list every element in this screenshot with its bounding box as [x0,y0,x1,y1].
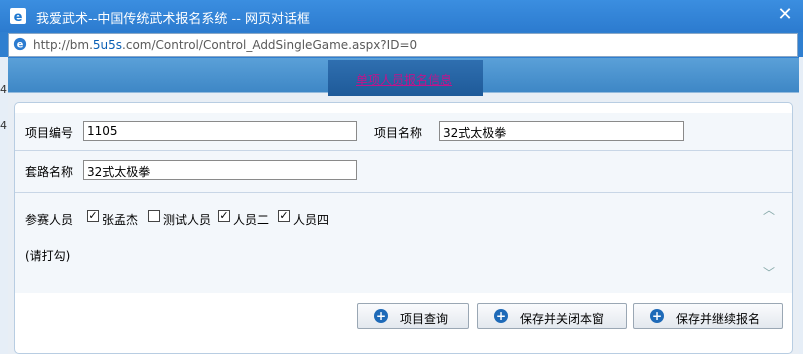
svg-text:e: e [14,10,23,24]
hint-text: (请打勾) [25,249,71,263]
save-close-button[interactable]: + 保存并关闭本窗 [477,303,627,329]
participant-checkbox[interactable]: ✓ [278,210,290,222]
dialog-content: 单项人员报名信息 项目编号 1105 项目名称 32式太极拳 套路名称 32式太… [8,58,799,354]
plus-icon: + [494,309,508,323]
item-no-field[interactable]: 1105 [83,121,357,141]
query-button[interactable]: + 项目查询 [357,303,469,329]
item-no-label: 项目编号 [25,126,74,140]
participants-scrollbar[interactable]: ︿ ﹀ [760,201,778,281]
form-panel: 项目编号 1105 项目名称 32式太极拳 套路名称 32式太极拳 参赛人员 ✓… [14,102,793,354]
url-text: http://bm.5u5s.com/Control/Control_AddSi… [33,38,418,52]
address-bar: e http://bm.5u5s.com/Control/Control_Add… [8,33,798,57]
dialog-title: 我爱武术--中国传统武术报名系统 -- 网页对话框 [36,12,311,27]
chevron-up-icon[interactable]: ︿ [763,201,775,218]
routine-label: 套路名称 [25,165,74,179]
chevron-down-icon[interactable]: ﹀ [763,264,775,281]
header-tab: 单项人员报名信息 [328,60,483,96]
header-link[interactable]: 单项人员报名信息 [356,71,452,88]
form-row-item: 项目编号 1105 项目名称 32式太极拳 [15,113,792,151]
participants-label: 参赛人员 [25,213,74,227]
participant-name: 人员二 [233,213,270,227]
svg-text:e: e [17,40,24,51]
save-continue-button[interactable]: + 保存并继续报名 [633,303,783,329]
participant-checkbox[interactable] [148,210,160,222]
form-row-routine: 套路名称 32式太极拳 [15,151,792,193]
background-window-strip-right [799,57,803,354]
participant-name: 人员四 [293,213,330,227]
item-name-field[interactable]: 32式太极拳 [439,121,684,141]
item-name-label: 项目名称 [374,126,423,140]
close-icon[interactable]: ✕ [775,5,795,25]
plus-icon: + [650,309,664,323]
participant-checkbox[interactable]: ✓ [87,210,99,222]
participant-name: 测试人员 [163,213,212,227]
dialog-titlebar: e 我爱武术--中国传统武术报名系统 -- 网页对话框 ✕ [0,0,803,32]
routine-field[interactable]: 32式太极拳 [83,160,357,180]
participant-checkbox[interactable]: ✓ [218,210,230,222]
ie-logo-icon: e [10,8,26,24]
page-icon: e [13,37,27,51]
plus-icon: + [374,309,388,323]
participant-name: 张孟杰 [102,213,139,227]
form-row-participants: 参赛人员 ✓ 张孟杰 测试人员 ✓ 人员二 ✓ 人员四 (请打勾) ︿ ﹀ [15,193,792,293]
background-window-strip: 44 [0,57,8,354]
